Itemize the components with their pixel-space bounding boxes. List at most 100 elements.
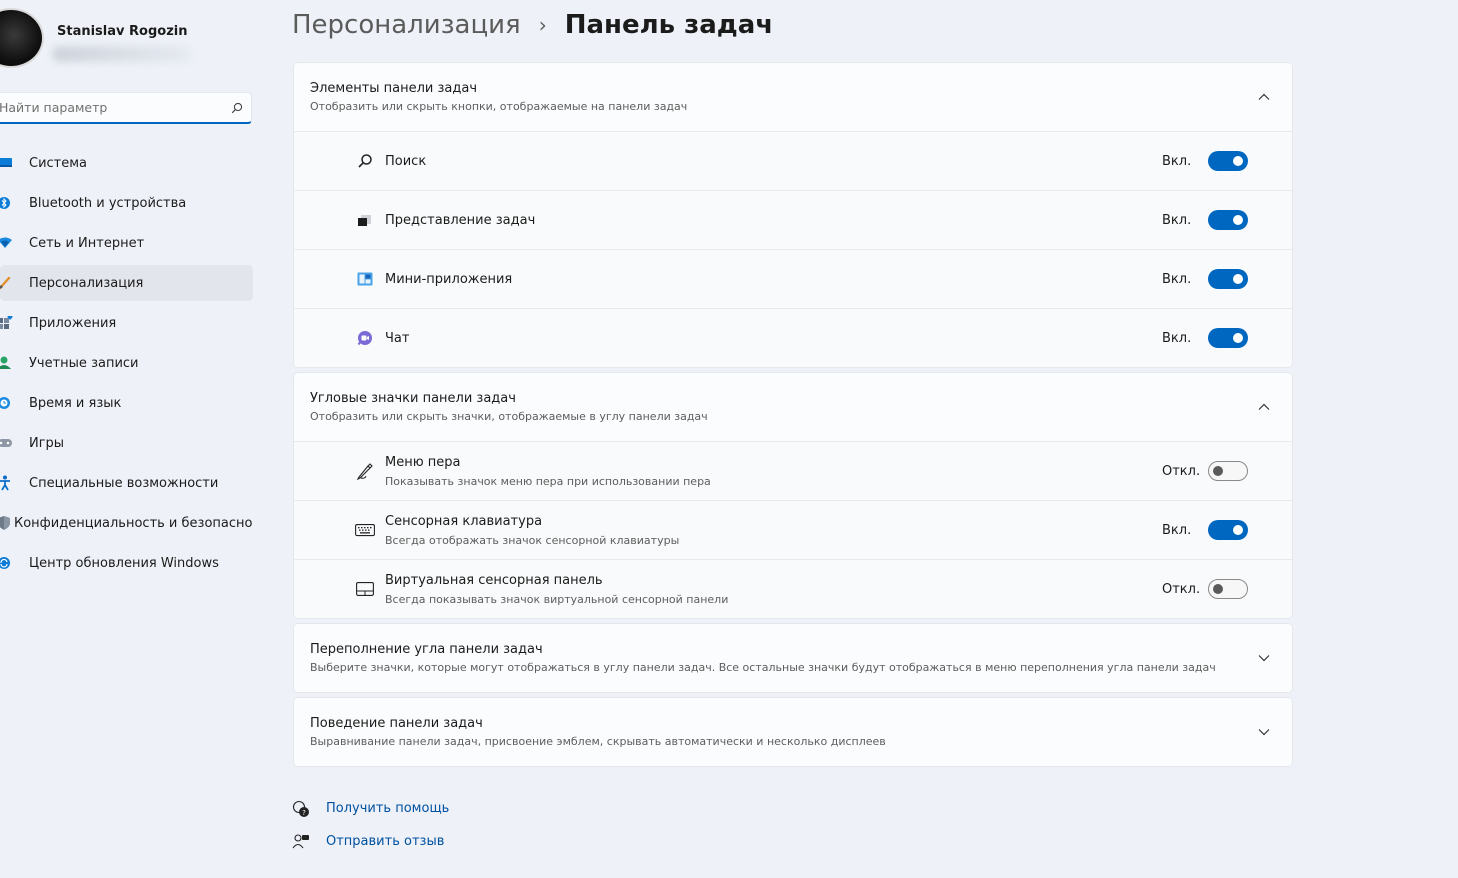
sidebar-item-accessibility[interactable]: Специальные возможности bbox=[0, 465, 253, 501]
widgets-toggle[interactable] bbox=[1208, 269, 1248, 289]
group-taskbar-behaviors[interactable]: Поведение панели задач Выравнивание пане… bbox=[293, 697, 1293, 767]
svg-text:?: ? bbox=[302, 809, 306, 817]
chat-toggle[interactable] bbox=[1208, 328, 1248, 348]
setting-row-chat: Чат Вкл. bbox=[294, 308, 1292, 367]
setting-row-search: Поиск Вкл. bbox=[294, 131, 1292, 190]
touchpad-icon bbox=[355, 579, 375, 599]
search-icon[interactable] bbox=[223, 102, 251, 114]
widgets-icon bbox=[355, 269, 375, 289]
sidebar-item-privacy[interactable]: Конфиденциальность и безопасность bbox=[0, 505, 253, 541]
sidebar: Stanislav Rogozin Система Bluetooth и ус… bbox=[0, 0, 262, 878]
avatar[interactable] bbox=[0, 8, 44, 68]
help-icon: ? bbox=[292, 800, 326, 818]
sidebar-item-windows-update[interactable]: Центр обновления Windows bbox=[0, 545, 253, 581]
send-feedback-link[interactable]: Отправить отзыв bbox=[292, 825, 449, 858]
toggle-state-label: Откл. bbox=[1162, 581, 1201, 597]
sidebar-item-label: Система bbox=[29, 155, 88, 171]
group-taskbar-items: Элементы панели задач Отобразить или скр… bbox=[293, 62, 1293, 368]
setting-description: Всегда показывать значок виртуальной сен… bbox=[385, 592, 729, 606]
group-header-corner-icons[interactable]: Угловые значки панели задач Отобразить и… bbox=[294, 373, 1292, 441]
search-toggle[interactable] bbox=[1208, 151, 1248, 171]
setting-row-task-view: Представление задач Вкл. bbox=[294, 190, 1292, 249]
group-title: Угловые значки панели задач bbox=[310, 391, 516, 406]
sidebar-item-time-language[interactable]: Время и язык bbox=[0, 385, 253, 421]
apps-icon bbox=[0, 316, 29, 330]
setting-description: Показывать значок меню пера при использо… bbox=[385, 474, 711, 488]
sidebar-item-label: Приложения bbox=[29, 315, 117, 331]
sidebar-item-label: Персонализация bbox=[29, 275, 144, 291]
accounts-icon bbox=[0, 356, 29, 370]
sidebar-item-network[interactable]: Сеть и Интернет bbox=[0, 225, 253, 261]
sidebar-item-label: Сеть и Интернет bbox=[29, 235, 145, 251]
send-feedback-label[interactable]: Отправить отзыв bbox=[326, 834, 444, 849]
task-view-toggle[interactable] bbox=[1208, 210, 1248, 230]
update-icon bbox=[0, 556, 29, 570]
chevron-up-icon[interactable] bbox=[1252, 395, 1276, 419]
group-description: Выравнивание панели задач, присвоение эм… bbox=[310, 735, 886, 748]
get-help-label[interactable]: Получить помощь bbox=[326, 801, 449, 816]
chevron-up-icon[interactable] bbox=[1252, 85, 1276, 109]
toggle-state-label: Вкл. bbox=[1162, 522, 1192, 538]
group-description: Отобразить или скрыть кнопки, отображаем… bbox=[310, 100, 688, 113]
toggle-state-label: Откл. bbox=[1162, 463, 1201, 479]
touch-keyboard-toggle[interactable] bbox=[1208, 520, 1248, 540]
toggle-state-label: Вкл. bbox=[1162, 330, 1192, 346]
group-corner-icons: Угловые значки панели задач Отобразить и… bbox=[293, 372, 1293, 619]
setting-title: Виртуальная сенсорная панель bbox=[385, 572, 603, 588]
group-header-taskbar-items[interactable]: Элементы панели задач Отобразить или скр… bbox=[294, 63, 1292, 131]
sidebar-item-apps[interactable]: Приложения bbox=[0, 305, 253, 341]
group-title: Переполнение угла панели задач bbox=[310, 642, 543, 657]
user-email-blurred bbox=[52, 46, 192, 62]
setting-row-pen-menu: Меню пера Показывать значок меню пера пр… bbox=[294, 441, 1292, 500]
sidebar-item-bluetooth[interactable]: Bluetooth и устройства bbox=[0, 185, 253, 221]
toggle-state-label: Вкл. bbox=[1162, 271, 1192, 287]
settings-content: Элементы панели задач Отобразить или скр… bbox=[293, 62, 1293, 771]
group-title: Элементы панели задач bbox=[310, 81, 478, 96]
gaming-icon bbox=[0, 437, 29, 449]
sidebar-item-accounts[interactable]: Учетные записи bbox=[0, 345, 253, 381]
sidebar-item-gaming[interactable]: Игры bbox=[0, 425, 253, 461]
pen-icon bbox=[355, 461, 375, 481]
task-view-icon bbox=[355, 210, 375, 230]
page-title: Панель задач bbox=[564, 10, 774, 40]
sidebar-nav: Система Bluetooth и устройства Сеть и Ин… bbox=[0, 145, 253, 585]
virtual-touchpad-toggle[interactable] bbox=[1208, 579, 1248, 599]
toggle-state-label: Вкл. bbox=[1162, 212, 1192, 228]
shield-icon bbox=[0, 516, 14, 530]
sidebar-item-label: Bluetooth и устройства bbox=[29, 195, 187, 211]
setting-title: Мини-приложения bbox=[385, 271, 513, 287]
setting-title: Поиск bbox=[385, 153, 427, 169]
group-description: Отобразить или скрыть значки, отображаем… bbox=[310, 410, 708, 423]
breadcrumb: Персонализация › Панель задач bbox=[292, 10, 773, 40]
sidebar-item-label: Учетные записи bbox=[29, 355, 139, 371]
setting-row-touch-keyboard: Сенсорная клавиатура Всегда отображать з… bbox=[294, 500, 1292, 559]
pen-menu-toggle[interactable] bbox=[1208, 461, 1248, 481]
setting-description: Всегда отображать значок сенсорной клави… bbox=[385, 533, 680, 547]
chevron-down-icon[interactable] bbox=[1252, 646, 1276, 670]
bluetooth-icon bbox=[0, 196, 29, 210]
search-box[interactable] bbox=[0, 92, 252, 124]
user-name: Stanislav Rogozin bbox=[57, 24, 188, 39]
setting-row-virtual-touchpad: Виртуальная сенсорная панель Всегда пока… bbox=[294, 559, 1292, 618]
feedback-icon bbox=[292, 833, 326, 851]
group-header-corner-overflow[interactable]: Переполнение угла панели задач Выберите … bbox=[294, 624, 1292, 692]
sidebar-item-personalization[interactable]: Персонализация bbox=[0, 265, 253, 301]
setting-title: Сенсорная клавиатура bbox=[385, 513, 543, 529]
breadcrumb-separator: › bbox=[538, 13, 547, 37]
group-header-taskbar-behaviors[interactable]: Поведение панели задач Выравнивание пане… bbox=[294, 698, 1292, 766]
chat-icon bbox=[355, 328, 375, 348]
search-input[interactable] bbox=[0, 100, 223, 115]
chevron-down-icon[interactable] bbox=[1252, 720, 1276, 744]
sidebar-item-label: Игры bbox=[29, 435, 65, 451]
sidebar-item-system[interactable]: Система bbox=[0, 145, 253, 181]
group-corner-overflow[interactable]: Переполнение угла панели задач Выберите … bbox=[293, 623, 1293, 693]
breadcrumb-parent[interactable]: Персонализация bbox=[292, 10, 521, 40]
keyboard-icon bbox=[355, 520, 375, 540]
toggle-state-label: Вкл. bbox=[1162, 153, 1192, 169]
setting-title: Чат bbox=[385, 330, 410, 346]
get-help-link[interactable]: ? Получить помощь bbox=[292, 792, 449, 825]
sidebar-item-label: Специальные возможности bbox=[29, 475, 219, 491]
sidebar-item-label: Центр обновления Windows bbox=[29, 555, 219, 571]
time-language-icon bbox=[0, 396, 29, 410]
system-icon bbox=[0, 157, 29, 169]
